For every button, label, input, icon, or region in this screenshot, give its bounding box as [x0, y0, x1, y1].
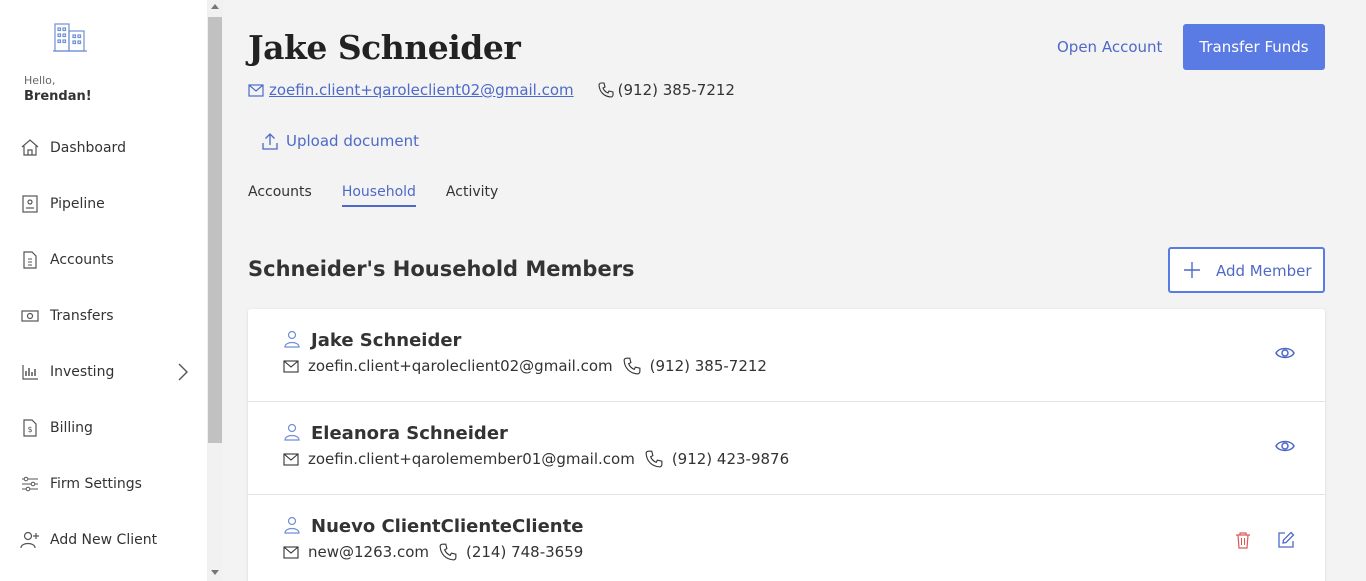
sidebar-item-label: Add New Client: [50, 532, 158, 548]
client-email-link[interactable]: zoefin.client+qaroleclient02@gmail.com: [269, 81, 574, 99]
add-user-icon: [20, 531, 39, 549]
sidebar-item-label: Firm Settings: [50, 476, 142, 492]
edit-icon[interactable]: [1277, 531, 1295, 549]
building-logo-icon: [53, 23, 87, 52]
phone-icon: [439, 543, 457, 561]
member-email: zoefin.client+qarolemember01@gmail.com: [308, 450, 635, 468]
sidebar: Hello, Brendan! Dashboard Pipeline Accou…: [0, 0, 207, 581]
household-section-title: Schneider's Household Members: [248, 257, 635, 281]
sidebar-item-transfers[interactable]: Transfers: [0, 288, 207, 344]
add-member-label: Add Member: [1216, 262, 1312, 280]
svg-text:$: $: [28, 425, 33, 434]
list-item: Jake Schneider zoefin.client+qaroleclien…: [248, 309, 1325, 402]
list-item: Nuevo ClientClienteCliente new@1263.com …: [248, 495, 1325, 581]
phone-icon: [623, 357, 641, 375]
mail-icon: [248, 83, 264, 97]
upload-icon: [262, 132, 278, 150]
mail-icon: [283, 452, 299, 466]
chevron-right-icon[interactable]: [176, 363, 190, 381]
transfers-icon: [21, 310, 39, 322]
scrollbar-thumb[interactable]: [208, 17, 222, 443]
sidebar-item-label: Investing: [50, 364, 115, 380]
list-item: Eleanora Schneider zoefin.client+qarolem…: [248, 402, 1325, 495]
tab-household[interactable]: Household: [341, 184, 416, 207]
sidebar-item-pipeline[interactable]: Pipeline: [0, 176, 207, 232]
user-name: Brendan!: [24, 89, 92, 104]
home-icon: [21, 139, 39, 156]
scroll-down-arrow-icon[interactable]: [211, 570, 219, 575]
sidebar-item-label: Transfers: [50, 308, 114, 324]
trash-icon[interactable]: [1235, 531, 1251, 549]
member-contacts: zoefin.client+qarolemember01@gmail.com (…: [283, 450, 789, 468]
phone-icon: [645, 450, 663, 468]
main-content: Jake Schneider zoefin.client+qaroleclien…: [223, 0, 1366, 581]
settings-sliders-icon: [22, 476, 38, 492]
open-account-link[interactable]: Open Account: [1057, 38, 1162, 56]
accounts-icon: [23, 251, 37, 269]
investing-icon: [22, 365, 38, 380]
sidebar-item-investing[interactable]: Investing: [0, 344, 207, 400]
person-icon: [284, 330, 300, 348]
phone-icon: [598, 82, 614, 98]
add-member-button[interactable]: Add Member: [1168, 247, 1325, 293]
member-name: Eleanora Schneider: [311, 423, 508, 444]
member-email: new@1263.com: [308, 543, 429, 561]
client-tabs: Accounts Household Activity: [248, 184, 528, 207]
sidebar-item-billing[interactable]: $ Billing: [0, 400, 207, 456]
plus-icon: [1184, 262, 1200, 278]
pipeline-icon: [22, 195, 38, 213]
person-icon: [284, 516, 300, 534]
sidebar-item-add-new-client[interactable]: Add New Client: [0, 512, 207, 568]
client-phone: (912) 385-7212: [617, 81, 735, 99]
client-contact-row: zoefin.client+qaroleclient02@gmail.com (…: [248, 81, 735, 99]
tab-activity[interactable]: Activity: [446, 184, 498, 207]
member-contacts: new@1263.com (214) 748-3659: [283, 543, 583, 561]
upload-document-button[interactable]: Upload document: [262, 132, 419, 150]
upload-document-label: Upload document: [286, 132, 420, 150]
member-phone: (912) 385-7212: [649, 357, 767, 375]
member-name: Nuevo ClientClienteCliente: [311, 516, 584, 537]
sidebar-item-label: Dashboard: [50, 140, 126, 156]
transfer-funds-button[interactable]: Transfer Funds: [1183, 24, 1325, 70]
mail-icon: [283, 545, 299, 559]
sidebar-item-dashboard[interactable]: Dashboard: [0, 120, 207, 176]
member-phone: (912) 423-9876: [671, 450, 790, 468]
scroll-up-arrow-icon[interactable]: [211, 4, 219, 9]
billing-icon: $: [23, 419, 37, 437]
page-title: Jake Schneider: [248, 28, 521, 67]
sidebar-item-label: Accounts: [50, 252, 114, 268]
sidebar-item-accounts[interactable]: Accounts: [0, 232, 207, 288]
eye-icon[interactable]: [1275, 438, 1295, 454]
sidebar-item-firm-settings[interactable]: Firm Settings: [0, 456, 207, 512]
member-name: Jake Schneider: [311, 330, 462, 351]
member-phone: (214) 748-3659: [465, 543, 584, 561]
tab-accounts[interactable]: Accounts: [248, 184, 312, 207]
sidebar-item-label: Pipeline: [50, 196, 105, 212]
mail-icon: [283, 359, 299, 373]
eye-icon[interactable]: [1275, 345, 1295, 361]
household-members-list: Jake Schneider zoefin.client+qaroleclien…: [248, 309, 1325, 581]
greeting: Hello,: [24, 74, 56, 87]
member-email: zoefin.client+qaroleclient02@gmail.com: [308, 357, 613, 375]
sidebar-scrollbar[interactable]: [207, 0, 223, 581]
person-icon: [284, 423, 300, 441]
sidebar-item-label: Billing: [50, 420, 93, 436]
member-contacts: zoefin.client+qaroleclient02@gmail.com (…: [283, 357, 767, 375]
